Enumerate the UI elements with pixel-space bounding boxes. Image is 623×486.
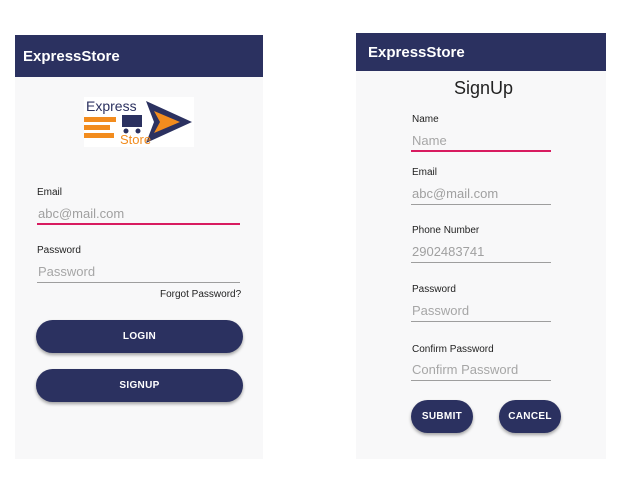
password-label: Password [37, 245, 81, 256]
app-bar: ExpressStore [356, 33, 606, 71]
signup-screen: ExpressStore SignUp Name Email Phone Num… [356, 33, 606, 459]
signup-button[interactable]: SIGNUP [36, 369, 243, 402]
email-field[interactable] [37, 205, 240, 225]
cancel-button[interactable]: CANCEL [499, 400, 561, 433]
forgot-password-link[interactable]: Forgot Password? [160, 289, 241, 300]
phone-field[interactable] [411, 243, 551, 263]
password-field[interactable] [411, 302, 551, 322]
confirm-password-label: Confirm Password [412, 344, 494, 355]
name-label: Name [412, 114, 439, 125]
app-title: ExpressStore [368, 43, 465, 61]
password-field[interactable] [37, 263, 240, 283]
submit-button[interactable]: SUBMIT [411, 400, 473, 433]
login-button[interactable]: LOGIN [36, 320, 243, 353]
phone-label: Phone Number [412, 225, 480, 236]
app-title: ExpressStore [23, 47, 120, 65]
logo-text-bottom: Store [120, 132, 151, 147]
email-field[interactable] [411, 185, 551, 205]
password-label: Password [412, 284, 456, 295]
confirm-password-field[interactable] [411, 361, 551, 381]
email-label: Email [412, 167, 438, 178]
signup-title: SignUp [454, 78, 514, 98]
app-bar: ExpressStore [15, 35, 263, 77]
name-field[interactable] [411, 132, 551, 152]
login-screen: ExpressStore Express Store Email Passwor… [15, 35, 263, 459]
logo-text-top: Express [86, 98, 137, 114]
express-store-logo: Express Store [84, 97, 194, 147]
email-label: Email [37, 187, 63, 198]
